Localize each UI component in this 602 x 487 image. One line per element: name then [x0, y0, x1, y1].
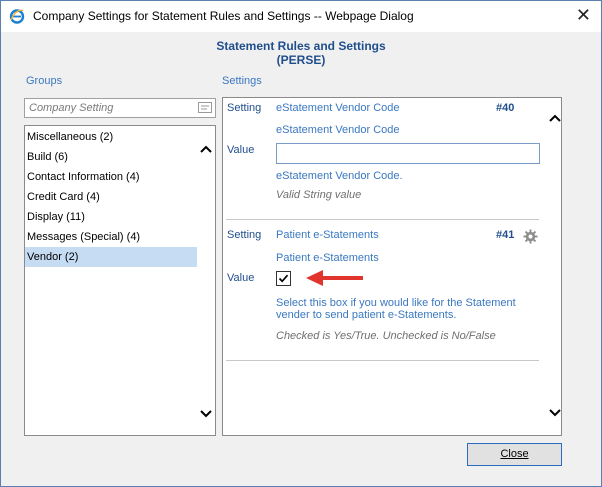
search-input[interactable]: Company Setting: [24, 98, 216, 118]
gear-icon[interactable]: [523, 229, 538, 244]
setting-subtitle-2: Patient e-Statements: [276, 252, 379, 264]
chevron-up-icon[interactable]: [548, 113, 562, 123]
close-icon[interactable]: ✕: [576, 6, 591, 24]
setting-name-2: Patient e-Statements: [276, 229, 379, 241]
clear-field-icon[interactable]: [198, 102, 212, 113]
chevron-down-icon[interactable]: [548, 408, 562, 418]
group-item-contact-information[interactable]: Contact Information (4): [25, 167, 197, 187]
group-item-vendor[interactable]: Vendor (2): [25, 247, 197, 267]
group-item-display[interactable]: Display (11): [25, 207, 197, 227]
setting-description-1: eStatement Vendor Code.: [276, 170, 403, 182]
group-item-miscellaneous[interactable]: Miscellaneous (2): [25, 127, 197, 147]
dialog-window: Company Settings for Statement Rules and…: [0, 0, 602, 487]
divider: [226, 360, 539, 361]
value-label-1: Value: [227, 144, 255, 156]
group-item-build[interactable]: Build (6): [25, 147, 197, 167]
search-placeholder: Company Setting: [29, 102, 114, 114]
page-title: Statement Rules and Settings: [216, 39, 386, 53]
setting-number-1: #40: [496, 102, 515, 114]
setting-label-2: Setting: [227, 229, 262, 241]
dialog-content: Statement Rules and Settings (PERSE) Gro…: [1, 32, 601, 486]
vendor-code-input[interactable]: [276, 143, 540, 164]
groups-list: Miscellaneous (2) Build (6) Contact Info…: [24, 125, 216, 436]
window-title: Company Settings for Statement Rules and…: [33, 9, 414, 23]
value-label-2: Value: [227, 272, 255, 284]
setting-note-2: Checked is Yes/True. Unchecked is No/Fal…: [276, 330, 496, 342]
red-arrow-icon: [306, 270, 363, 286]
group-item-messages-special[interactable]: Messages (Special) (4): [25, 227, 197, 247]
checkmark-icon: [278, 274, 289, 283]
setting-label-1: Setting: [227, 102, 262, 114]
setting-note-1: Valid String value: [276, 189, 362, 201]
setting-number-2: #41: [496, 229, 515, 241]
title-bar: Company Settings for Statement Rules and…: [1, 1, 601, 32]
setting-subtitle-1: eStatement Vendor Code: [276, 124, 400, 136]
group-item-credit-card[interactable]: Credit Card (4): [25, 187, 197, 207]
settings-label: Settings: [222, 75, 262, 87]
settings-panel: Setting eStatement Vendor Code #40 eStat…: [222, 97, 562, 436]
chevron-up-icon[interactable]: [199, 144, 213, 154]
close-button[interactable]: Close: [467, 443, 562, 466]
page-subtitle: (PERSE): [276, 53, 326, 67]
divider: [226, 219, 539, 220]
setting-description-2-line1: Select this box if you would like for th…: [276, 297, 516, 309]
ie-icon: [9, 9, 25, 24]
chevron-down-icon[interactable]: [199, 409, 213, 419]
setting-description-2-line2: vender to send patient e-Statements.: [276, 309, 457, 321]
groups-label: Groups: [26, 75, 63, 87]
setting-name-1: eStatement Vendor Code: [276, 102, 400, 114]
patient-estatements-checkbox[interactable]: [276, 271, 291, 286]
close-button-label: Close: [500, 448, 529, 460]
